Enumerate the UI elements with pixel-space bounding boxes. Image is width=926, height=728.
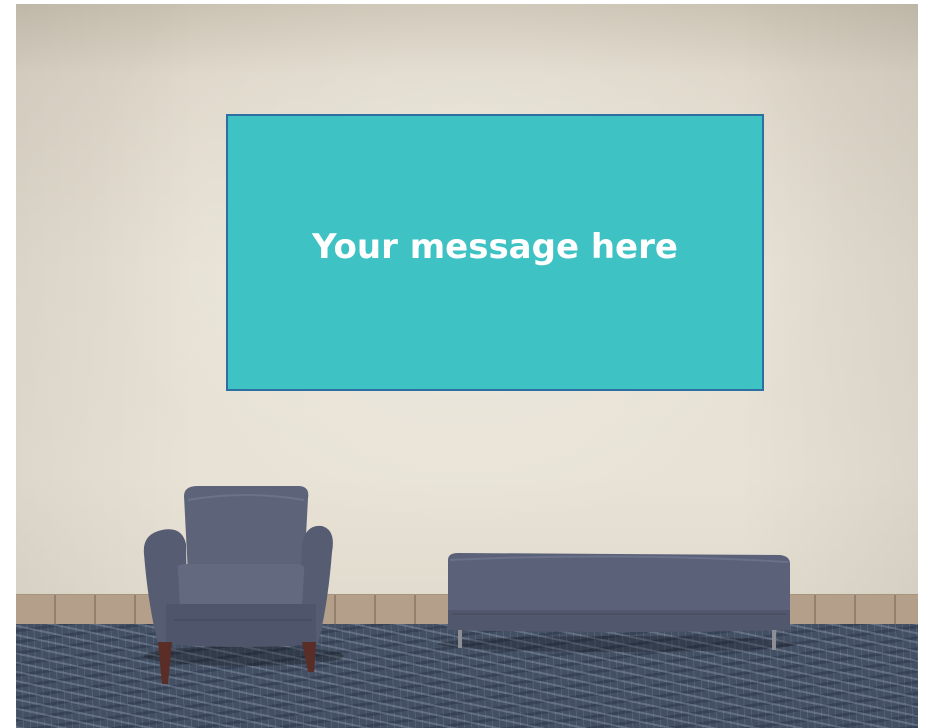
room-photo: Your message here	[16, 4, 918, 728]
armchair	[143, 486, 344, 684]
furniture-layer	[143, 486, 798, 684]
bench	[438, 553, 798, 652]
